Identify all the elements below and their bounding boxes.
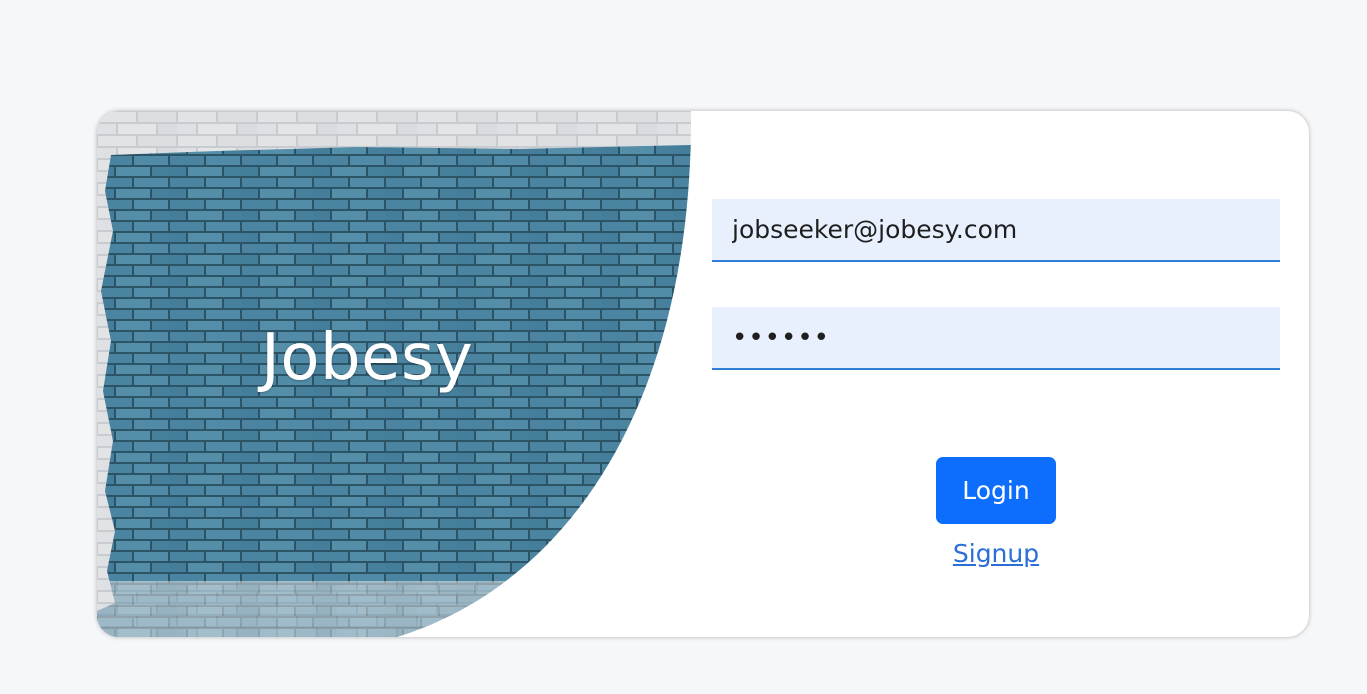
password-field[interactable] bbox=[712, 307, 1280, 370]
login-card: Jobesy Login Signup bbox=[97, 111, 1309, 637]
email-field[interactable] bbox=[712, 199, 1280, 262]
signup-link[interactable]: Signup bbox=[936, 539, 1056, 568]
brick-wall-image: Jobesy bbox=[97, 111, 691, 637]
login-button[interactable]: Login bbox=[936, 457, 1056, 524]
brand-title: Jobesy bbox=[261, 321, 474, 395]
